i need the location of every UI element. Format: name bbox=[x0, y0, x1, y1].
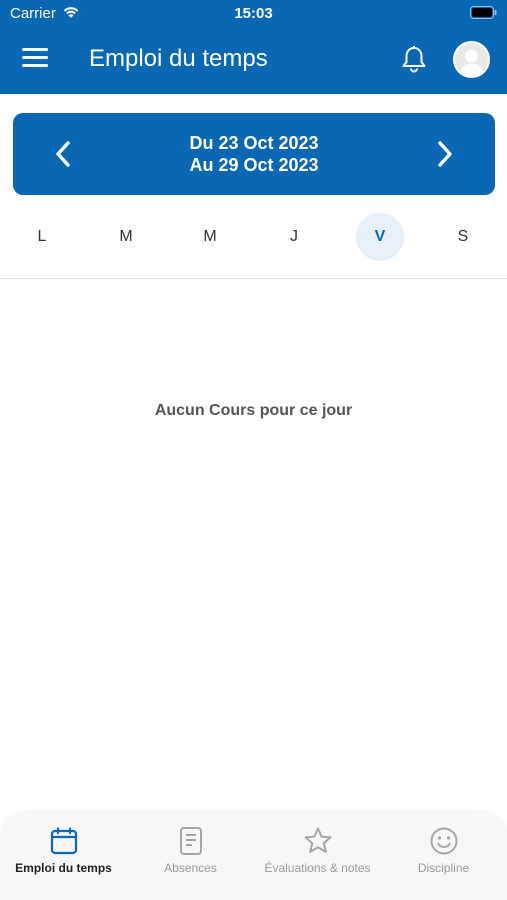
document-icon bbox=[179, 827, 202, 855]
day-thursday[interactable]: J bbox=[270, 213, 318, 261]
tab-evaluations-notes[interactable]: Évaluations & notes bbox=[254, 826, 381, 892]
notifications-button[interactable] bbox=[400, 44, 428, 74]
day-saturday[interactable]: S bbox=[439, 213, 487, 261]
calendar-icon bbox=[50, 827, 77, 855]
divider bbox=[0, 278, 507, 279]
star-icon bbox=[304, 827, 331, 853]
tab-label: Emploi du temps bbox=[15, 861, 112, 875]
smiley-icon bbox=[430, 827, 457, 855]
page-title: Emploi du temps bbox=[89, 45, 268, 72]
avatar[interactable] bbox=[453, 41, 490, 78]
status-bar: Carrier 15:03 bbox=[0, 0, 507, 28]
bell-icon bbox=[402, 46, 426, 73]
battery-icon bbox=[470, 6, 497, 19]
day-friday[interactable]: V bbox=[356, 213, 404, 261]
day-wednesday[interactable]: M bbox=[186, 213, 234, 261]
chevron-right-icon bbox=[438, 141, 452, 167]
day-tuesday[interactable]: M bbox=[102, 213, 150, 261]
bottom-tab-bar: Emploi du temps Absences Évaluations & n… bbox=[0, 812, 507, 900]
app-header: Carrier 15:03 Emploi du temps bbox=[0, 0, 507, 94]
user-avatar-icon bbox=[460, 49, 483, 76]
status-time: 15:03 bbox=[234, 5, 273, 22]
tab-emploi-du-temps[interactable]: Emploi du temps bbox=[0, 826, 127, 892]
tab-absences[interactable]: Absences bbox=[127, 826, 254, 892]
tab-label: Absences bbox=[164, 861, 217, 875]
week-range: Du 23 Oct 2023 Au 29 Oct 2023 bbox=[13, 132, 495, 176]
tab-label: Discipline bbox=[417, 861, 470, 875]
week-navigator: Du 23 Oct 2023 Au 29 Oct 2023 bbox=[13, 113, 495, 195]
tab-discipline[interactable]: Discipline bbox=[380, 826, 507, 892]
empty-state-message: Aucun Cours pour ce jour bbox=[154, 402, 353, 419]
day-monday[interactable]: L bbox=[18, 213, 66, 261]
week-end: Au 29 Oct 2023 bbox=[189, 155, 319, 175]
next-week-button[interactable] bbox=[431, 137, 459, 171]
tab-label: Évaluations & notes bbox=[264, 861, 371, 875]
top-bar: Emploi du temps bbox=[0, 28, 507, 94]
week-start: Du 23 Oct 2023 bbox=[189, 133, 319, 153]
hamburger-icon bbox=[22, 48, 48, 51]
day-selector: L M M J V S bbox=[0, 210, 507, 266]
menu-button[interactable] bbox=[22, 48, 48, 70]
